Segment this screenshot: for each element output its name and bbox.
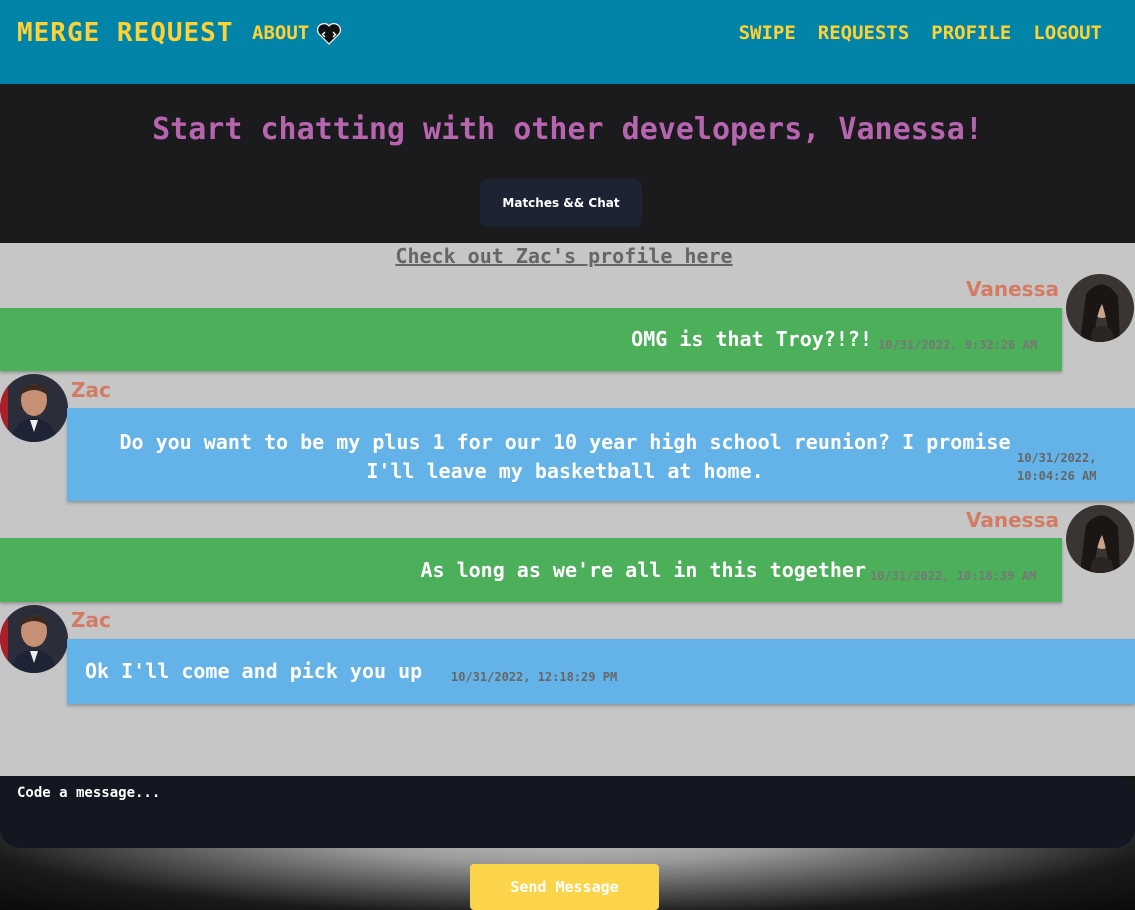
message-bubble: Do you want to be my plus 1 for our 10 y…	[67, 408, 1135, 501]
top-nav: MERGE REQUEST ABOUT SWIPE REQUESTS PROFI…	[0, 0, 1135, 84]
message-bubble: Ok I'll come and pick you up 10/31/2022,…	[67, 639, 1135, 704]
nav-swipe-link[interactable]: SWIPE	[739, 22, 796, 44]
message-timestamp: 10/31/2022, 12:18:29 PM	[451, 670, 618, 684]
avatar[interactable]	[0, 374, 68, 442]
heart-code-icon	[317, 23, 341, 45]
message-timestamp: 10/31/2022, 10:04:26 AM	[1017, 451, 1097, 483]
nav-requests-link[interactable]: REQUESTS	[818, 22, 910, 44]
sender-name: Zac	[71, 378, 111, 402]
message-composer: Send Message	[0, 776, 1135, 910]
message-text: OMG is that Troy?!?!	[631, 327, 872, 351]
avatar[interactable]	[1066, 274, 1134, 342]
nav-about-link[interactable]: ABOUT	[252, 22, 309, 44]
sender-name: Zac	[71, 608, 111, 632]
message-timestamp: 10/31/2022, 9:32:26 AM	[878, 338, 1037, 352]
sender-name: Vanessa	[966, 277, 1059, 301]
nav-profile-link[interactable]: PROFILE	[931, 22, 1011, 44]
message-text: Ok I'll come and pick you up	[85, 659, 423, 683]
message-text: As long as we're all in this together	[420, 558, 866, 582]
nav-links: SWIPE REQUESTS PROFILE LOGOUT	[739, 22, 1102, 44]
sender-name: Vanessa	[966, 508, 1059, 532]
message-bubble: As long as we're all in this together 10…	[0, 538, 1062, 602]
message-input[interactable]	[0, 776, 1135, 848]
message-bubble: OMG is that Troy?!?! 10/31/2022, 9:32:26…	[0, 308, 1062, 371]
avatar[interactable]	[0, 605, 68, 673]
brand-logo[interactable]: MERGE REQUEST	[17, 18, 234, 48]
matches-chat-button[interactable]: Matches && Chat	[480, 179, 642, 227]
send-message-button[interactable]: Send Message	[470, 864, 659, 910]
message-text: Do you want to be my plus 1 for our 10 y…	[119, 430, 1011, 483]
nav-logout-link[interactable]: LOGOUT	[1033, 22, 1102, 44]
message-timestamp: 10/31/2022, 10:18:39 AM	[870, 569, 1037, 583]
hero-banner: Start chatting with other developers, Va…	[0, 84, 1135, 243]
page-title: Start chatting with other developers, Va…	[152, 112, 983, 147]
avatar[interactable]	[1066, 505, 1134, 573]
profile-link[interactable]: Check out Zac's profile here	[0, 244, 1128, 268]
